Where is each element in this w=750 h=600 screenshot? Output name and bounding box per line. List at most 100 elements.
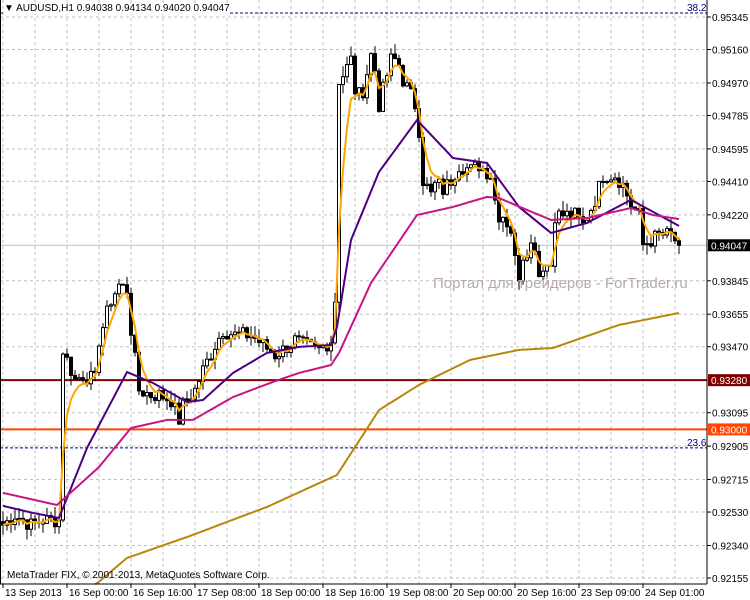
level-93000-label: 0.93000 <box>711 425 748 436</box>
y-tick-label: 0.92340 <box>712 541 749 552</box>
y-tick-label: 0.92155 <box>712 574 749 585</box>
candle-bull <box>565 210 569 217</box>
candle-bull <box>277 356 281 360</box>
x-tick-label: 20 Sep 00:00 <box>453 588 513 599</box>
candle-bear <box>537 250 541 278</box>
candle-bear <box>69 356 73 376</box>
candle-bear <box>73 374 77 380</box>
candle-bull <box>369 53 373 76</box>
candle-bear <box>121 283 125 286</box>
candle-bull <box>109 304 113 307</box>
candle-bull <box>209 358 213 361</box>
candle-bear <box>601 180 605 183</box>
y-tick-label: 0.92715 <box>712 476 749 487</box>
candle-bull <box>349 55 353 66</box>
candle-bull <box>525 257 529 261</box>
candle-bull <box>425 183 429 186</box>
candle-bear <box>237 331 241 334</box>
candle-bull <box>233 331 237 336</box>
y-tick-label: 0.93655 <box>712 310 749 321</box>
candle-bull <box>117 283 121 295</box>
candle-bull <box>473 161 477 166</box>
ohlc-open: 0.94038 <box>76 3 113 14</box>
y-tick-label: 0.95345 <box>712 13 749 24</box>
x-tick-label: 23 Sep 09:00 <box>581 588 641 599</box>
y-tick-label: 0.93095 <box>712 409 749 420</box>
ohlc-close: 0.94047 <box>193 3 230 14</box>
candle-bull <box>469 164 473 169</box>
symbol-timeframe: AUDUSD,H1 <box>16 3 74 14</box>
candle-bear <box>353 55 357 95</box>
candle-bull <box>433 181 437 193</box>
candle-bear <box>125 284 129 294</box>
ma-long-line <box>94 311 680 585</box>
current-price-label: 0.94047 <box>711 241 748 252</box>
candle-bull <box>613 177 617 181</box>
candle-bull <box>113 293 117 306</box>
candle-bear <box>273 352 277 360</box>
ohlc-low: 0.94020 <box>154 3 191 14</box>
candle-bull <box>341 76 345 85</box>
candle-bull <box>29 518 33 530</box>
x-tick-label: 17 Sep 08:00 <box>197 588 257 599</box>
candle-bull <box>645 243 649 246</box>
candle-bear <box>297 335 301 338</box>
y-tick-label: 0.94785 <box>712 111 749 122</box>
ohlc-high: 0.94134 <box>115 3 152 14</box>
candle-bear <box>429 183 433 193</box>
candle-bear <box>225 336 229 340</box>
candle-bear <box>605 181 609 184</box>
candle-bear <box>377 70 381 112</box>
candle-bear <box>561 210 565 217</box>
triangle-down-icon[interactable]: ▼ <box>4 3 14 14</box>
fib-38-2-label: 38.2 <box>687 3 707 14</box>
candle-bear <box>185 398 189 401</box>
candle-bull <box>105 305 109 329</box>
x-tick-label: 16 Sep 16:00 <box>133 588 193 599</box>
candle-bull <box>217 337 221 350</box>
copyright-text: MetaTrader FIX, © 2001-2013, MetaQuotes … <box>7 570 270 581</box>
y-tick-label: 0.94220 <box>712 211 749 222</box>
x-tick-label: 16 Sep 00:00 <box>69 588 129 599</box>
candle-bull <box>205 358 209 367</box>
price-chart[interactable]: 0.95345 0.95160 0.94970 0.94785 0.94595 0.944… <box>0 0 750 600</box>
y-tick-label: 0.92530 <box>712 508 749 519</box>
candle-bull <box>501 216 505 223</box>
candle-bear <box>153 397 157 401</box>
candle-bear <box>141 390 145 397</box>
x-tick-label: 18 Sep 16:00 <box>325 588 385 599</box>
x-tick-label: 20 Sep 16:00 <box>517 588 577 599</box>
candle-bear <box>149 392 153 399</box>
candle-bull <box>221 336 225 339</box>
fib-23-6-label: 23.6 <box>687 438 707 449</box>
y-tick-label: 0.94410 <box>712 177 749 188</box>
candle-bull <box>557 210 561 224</box>
x-tick-label: 18 Sep 00:00 <box>261 588 321 599</box>
x-tick-label: 19 Sep 08:00 <box>389 588 449 599</box>
y-tick-label: 0.93845 <box>712 277 749 288</box>
y-tick-label: 0.92905 <box>712 442 749 453</box>
y-tick-label: 0.93470 <box>712 343 749 354</box>
candle-bear <box>657 230 661 234</box>
watermark: Портал для трейдеров - ForTrader.ru <box>433 275 688 292</box>
candle-bear <box>393 53 397 60</box>
y-tick-label: 0.94970 <box>712 79 749 90</box>
candle-bear <box>533 242 537 252</box>
candle-bull <box>77 377 81 380</box>
x-tick-label: 13 Sep 2013 <box>5 588 62 599</box>
candle-bull <box>145 392 149 397</box>
candle-bear <box>301 336 305 339</box>
candle-bull <box>405 82 409 87</box>
candle-bull <box>609 179 613 183</box>
candle-bull <box>17 517 21 520</box>
candle-bear <box>649 243 653 247</box>
candle-bear <box>477 161 481 172</box>
chart-header: ▼ AUDUSD,H1 0.94038 0.94134 0.94020 0.94… <box>4 3 230 14</box>
y-tick-label: 0.94595 <box>712 145 749 156</box>
candle-bull <box>345 64 349 78</box>
candle-bear <box>373 53 377 72</box>
x-tick-label: 24 Sep 01:00 <box>645 588 705 599</box>
level-93280-label: 0.93280 <box>711 376 748 387</box>
candle-bear <box>81 377 85 381</box>
y-tick-label: 0.95160 <box>712 46 749 57</box>
